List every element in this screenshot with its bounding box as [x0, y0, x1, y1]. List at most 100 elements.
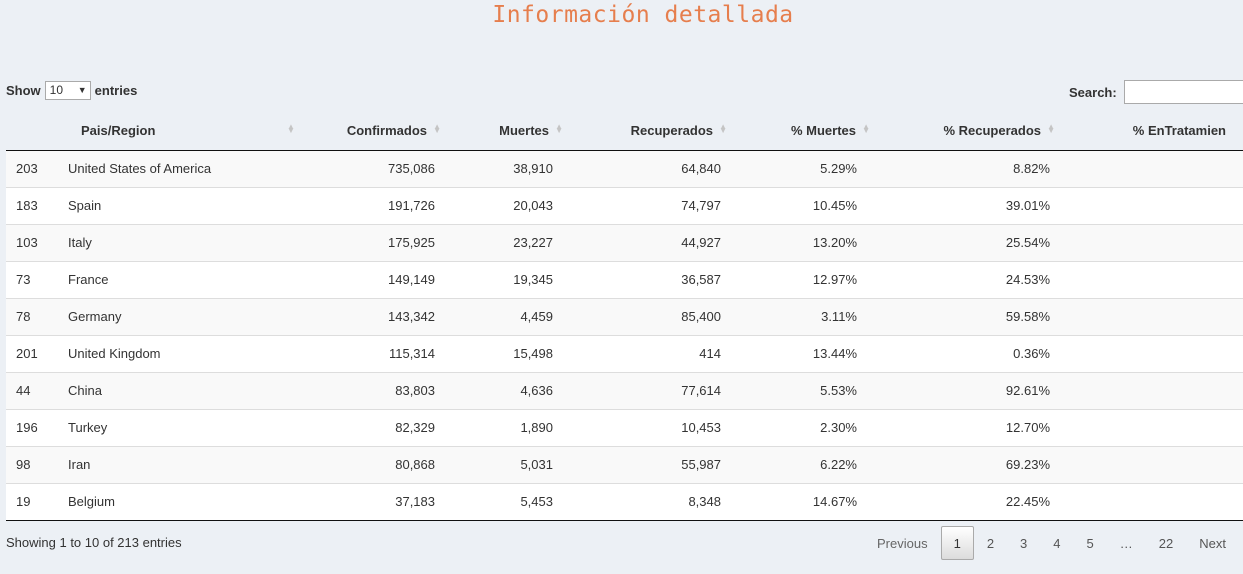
column-header-label: % Muertes	[790, 123, 856, 138]
table-row[interactable]: 201 United Kingdom 115,314 15,498 414 13.44% 0…	[6, 334, 1243, 372]
page-button-5[interactable]: 5	[1074, 526, 1107, 560]
cell-pct-entratamiento: 85	[1071, 150, 1243, 187]
cell-pais-region: China	[63, 371, 295, 409]
cell-index: 201	[6, 334, 63, 372]
cell-confirmados: 735,086	[295, 150, 457, 187]
cell-pct-entratamiento: 37	[1071, 297, 1243, 335]
page-button-2[interactable]: 2	[974, 526, 1007, 560]
length-control: Show 10 ▼ entries	[6, 80, 137, 101]
cell-recuperados: 74,797	[579, 186, 743, 224]
cell-pct-muertes: 2.30%	[743, 408, 886, 446]
cell-recuperados: 36,587	[579, 260, 743, 298]
column-header-pct-recuperados[interactable]: % Recuperados ▲ ▼	[886, 111, 1071, 151]
cell-pais-region: Spain	[63, 186, 295, 224]
cell-confirmados: 83,803	[295, 371, 457, 409]
cell-recuperados: 44,927	[579, 223, 743, 261]
cell-pct-recuperados: 69.23%	[886, 445, 1071, 483]
cell-pct-muertes: 5.29%	[743, 150, 886, 187]
cell-recuperados: 64,840	[579, 150, 743, 187]
cell-recuperados: 55,987	[579, 445, 743, 483]
data-table: Pais/Region ▲ ▼ Confirmados ▲ ▼ Muertes ▲ ▼…	[6, 111, 1243, 521]
cell-pct-recuperados: 92.61%	[886, 371, 1071, 409]
cell-confirmados: 191,726	[295, 186, 457, 224]
page-button-1[interactable]: 1	[940, 526, 974, 560]
previous-button[interactable]: Previous	[864, 526, 941, 560]
cell-muertes: 5,031	[457, 445, 579, 483]
table-row[interactable]: 203 United States of America 735,086 38,910…	[6, 150, 1243, 187]
cell-pais-region: France	[63, 260, 295, 298]
column-header-index[interactable]	[6, 111, 63, 151]
cell-muertes: 4,636	[457, 371, 579, 409]
cell-pct-recuperados: 59.58%	[886, 297, 1071, 335]
cell-pct-recuperados: 8.82%	[886, 150, 1071, 187]
table-row[interactable]: 44China83,8034,63677,6145.53%92.61%1	[6, 371, 1243, 409]
cell-confirmados: 143,342	[295, 297, 457, 335]
cell-index: 78	[6, 297, 63, 335]
column-header-label: Confirmados	[346, 123, 427, 138]
cell-pct-recuperados: 39.01%	[886, 186, 1071, 224]
cell-index: 196	[6, 408, 63, 446]
cell-recuperados: 77,614	[579, 371, 743, 409]
sort-both-icon: ▲ ▼	[719, 122, 727, 135]
cell-muertes: 4,459	[457, 297, 579, 335]
column-header-label: Pais/Region	[81, 123, 156, 138]
sort-both-icon: ▲ ▼	[433, 122, 441, 135]
cell-confirmados: 175,925	[295, 223, 457, 261]
column-header-recuperados[interactable]: Recuperados ▲ ▼	[579, 111, 743, 151]
cell-pct-recuperados: 25.54%	[886, 223, 1071, 261]
cell-muertes: 20,043	[457, 186, 579, 224]
cell-pct-entratamiento: 1	[1071, 371, 1243, 409]
cell-pct-recuperados: 24.53%	[886, 260, 1071, 298]
table-row[interactable]: 196Turkey82,3291,89010,4532.30%12.70%85	[6, 408, 1243, 446]
cell-pct-muertes: 14.67%	[743, 482, 886, 521]
table-row[interactable]: 78Germany143,3424,45985,4003.11%59.58%37	[6, 297, 1243, 335]
cell-recuperados: 8,348	[579, 482, 743, 521]
cell-muertes: 23,227	[457, 223, 579, 261]
search-label: Search:	[1069, 84, 1117, 100]
cell-index: 19	[6, 482, 63, 521]
table-row[interactable]: 98Iran80,8685,03155,9876.22%69.23%24	[6, 445, 1243, 483]
cell-muertes: 19,345	[457, 260, 579, 298]
cell-pais-region: Belgium	[63, 482, 295, 521]
table-row[interactable]: 73France149,14919,34536,58712.97%24.53%6…	[6, 260, 1243, 298]
column-header-pct-muertes[interactable]: % Muertes ▲ ▼	[743, 111, 886, 151]
table-row[interactable]: 183Spain191,72620,04374,79710.45%39.01%5…	[6, 186, 1243, 224]
page-title: Información detallada	[492, 2, 794, 28]
cell-index: 103	[6, 223, 63, 261]
page-button-4[interactable]: 4	[1040, 526, 1073, 560]
cell-pais-region: Turkey	[63, 408, 295, 446]
cell-index: 44	[6, 371, 63, 409]
cell-pct-muertes: 6.22%	[743, 445, 886, 483]
cell-pais-region: United States of America	[63, 150, 295, 187]
column-header-pct-entratamiento[interactable]: % EnTratamien	[1071, 111, 1243, 151]
cell-pais-region: Iran	[63, 445, 295, 483]
sort-both-icon: ▲ ▼	[1047, 122, 1055, 135]
cell-confirmados: 149,149	[295, 260, 457, 298]
next-button[interactable]: Next	[1186, 526, 1239, 560]
chevron-down-icon: ▼	[77, 85, 87, 95]
cell-pct-entratamiento: 62	[1071, 260, 1243, 298]
search-input[interactable]	[1123, 80, 1243, 104]
page-button-22[interactable]: 22	[1146, 526, 1186, 560]
sort-both-icon: ▲ ▼	[287, 122, 295, 135]
cell-pct-muertes: 13.44%	[743, 334, 886, 372]
table-row[interactable]: 19Belgium37,1835,4538,34814.67%22.45%62	[6, 482, 1243, 521]
cell-pct-muertes: 3.11%	[743, 297, 886, 335]
column-header-confirmados[interactable]: Confirmados ▲ ▼	[295, 111, 457, 151]
column-header-pais-region[interactable]: Pais/Region ▲ ▼	[63, 111, 295, 151]
cell-recuperados: 414	[579, 334, 743, 372]
entries-select-value: 10	[49, 83, 64, 97]
cell-pais-region: Germany	[63, 297, 295, 335]
entries-label: entries	[94, 83, 138, 98]
cell-muertes: 1,890	[457, 408, 579, 446]
column-header-muertes[interactable]: Muertes ▲ ▼	[457, 111, 579, 151]
cell-pct-muertes: 13.20%	[743, 223, 886, 261]
table-row[interactable]: 103Italy175,92523,22744,92713.20%25.54%6…	[6, 223, 1243, 261]
cell-pais-region: United Kingdom	[63, 334, 295, 372]
page-button-3[interactable]: 3	[1007, 526, 1040, 560]
cell-pct-entratamiento: 85	[1071, 408, 1243, 446]
entries-select[interactable]: 10 ▼	[44, 81, 91, 100]
cell-muertes: 5,453	[457, 482, 579, 521]
cell-pct-muertes: 10.45%	[743, 186, 886, 224]
cell-pct-entratamiento: 50	[1071, 186, 1243, 224]
